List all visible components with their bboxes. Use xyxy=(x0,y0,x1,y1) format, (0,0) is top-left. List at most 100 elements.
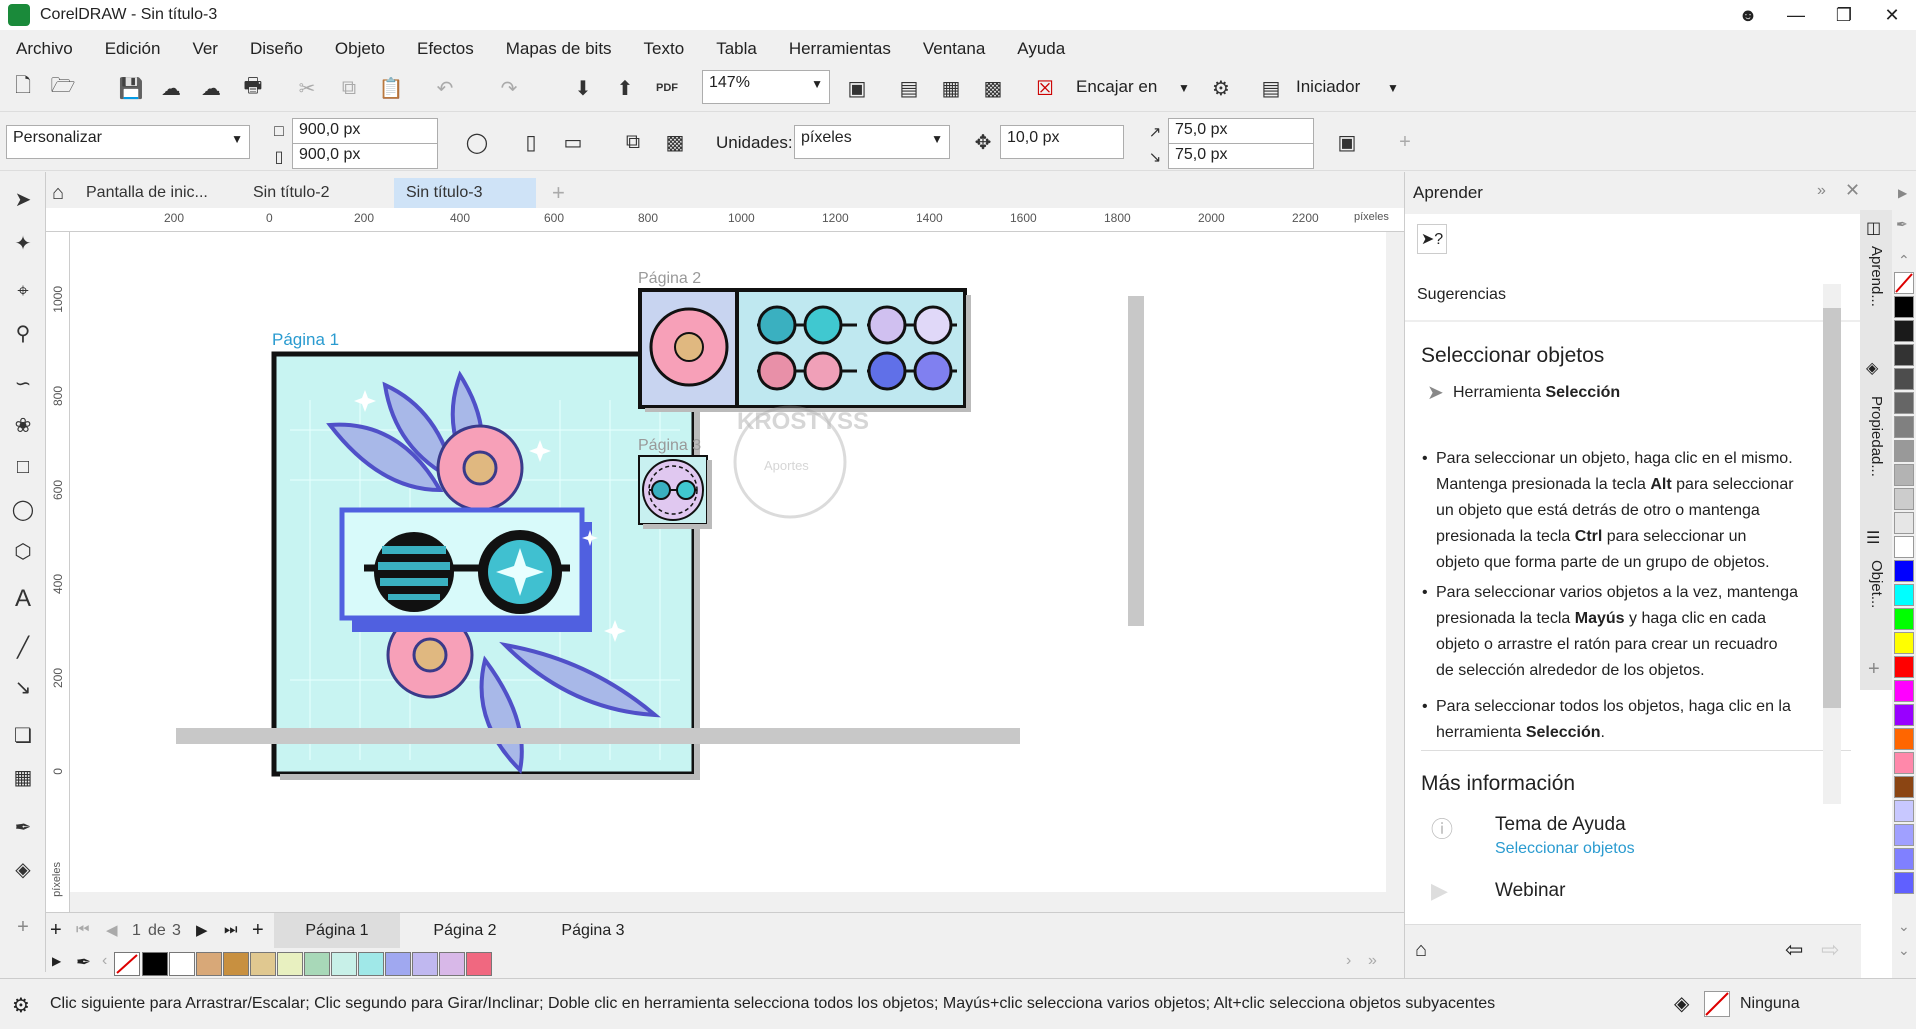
account-icon[interactable]: ☻ xyxy=(1724,0,1772,30)
expand-palette-icon[interactable]: » xyxy=(1368,952,1377,970)
connector-tool-icon[interactable]: ↘ xyxy=(8,672,38,702)
vertical-scrollbar[interactable] xyxy=(1128,296,1144,626)
learn-home-icon[interactable]: ⌂ xyxy=(1415,939,1427,962)
transparency-tool-icon[interactable]: ▦ xyxy=(8,762,38,792)
menu-ver[interactable]: Ver xyxy=(176,39,234,59)
palette-swatch[interactable] xyxy=(196,952,222,976)
color-swatch[interactable] xyxy=(1894,656,1914,678)
palette-options-icon[interactable]: ▶ xyxy=(1898,186,1907,200)
nudge-distance-input[interactable]: 10,0 px xyxy=(1000,125,1124,159)
close-button[interactable]: ✕ xyxy=(1868,0,1916,30)
page-tab-2[interactable]: Página 2 xyxy=(402,913,528,949)
side-tab-learn[interactable]: Aprend... xyxy=(1868,246,1885,307)
color-eyedropper-icon[interactable]: ✒ xyxy=(8,812,38,842)
color-swatch[interactable] xyxy=(1894,680,1914,702)
show-grid-icon[interactable]: ▦ xyxy=(936,73,966,103)
open-folder-icon[interactable]: 🗁 xyxy=(48,73,78,103)
new-document-icon[interactable]: 🗋 xyxy=(8,73,38,103)
color-swatch[interactable] xyxy=(1894,872,1914,894)
text-tool-icon[interactable]: A xyxy=(8,584,38,614)
options-gear-icon[interactable]: ⚙ xyxy=(1206,73,1236,103)
palette-swatch[interactable] xyxy=(439,952,465,976)
eyedropper-icon[interactable]: ✒ xyxy=(76,952,91,973)
color-swatch[interactable] xyxy=(1894,488,1914,510)
menu-diseno[interactable]: Diseño xyxy=(234,39,319,59)
snap-to-dropdown[interactable]: Encajar en ▼ xyxy=(1076,77,1190,97)
palette-swatch[interactable] xyxy=(223,952,249,976)
home-icon[interactable]: ⌂ xyxy=(46,178,70,208)
palette-swatch[interactable] xyxy=(466,952,492,976)
rectangle-tool-icon[interactable]: □ xyxy=(8,452,38,482)
palette-swatch[interactable] xyxy=(304,952,330,976)
color-swatch[interactable] xyxy=(1894,632,1914,654)
drawing-canvas[interactable]: Página 1 Página 2 KROSTYSS Aportes Págin… xyxy=(70,232,1386,892)
import-icon[interactable]: ⬇ xyxy=(568,73,598,103)
units-dropdown[interactable]: píxeles ▼ xyxy=(794,125,950,159)
color-swatch[interactable] xyxy=(1894,536,1914,558)
snap-off-icon[interactable]: ☒ xyxy=(1030,73,1060,103)
all-pages-icon[interactable]: ⧉ xyxy=(618,127,648,157)
tab-sin-titulo-3[interactable]: Sin título-3 xyxy=(394,178,536,208)
page-width-input[interactable]: 900,0 px xyxy=(292,118,438,144)
redo-icon[interactable]: ↷ xyxy=(494,73,524,103)
maximize-button[interactable]: ❐ xyxy=(1820,0,1868,30)
color-swatch[interactable] xyxy=(1894,440,1914,462)
drop-shadow-icon[interactable]: ❏ xyxy=(8,720,38,750)
collapse-docker-icon[interactable]: » xyxy=(1817,182,1826,200)
expand-palette-icon[interactable]: ⌄ xyxy=(1898,942,1910,959)
copy-icon[interactable]: ⧉ xyxy=(334,73,364,103)
color-swatch[interactable] xyxy=(1894,416,1914,438)
color-swatch[interactable] xyxy=(1894,320,1914,342)
launcher-dropdown[interactable]: Iniciador ▼ xyxy=(1296,77,1399,97)
show-rulers-icon[interactable]: ▤ xyxy=(894,73,924,103)
menu-objeto[interactable]: Objeto xyxy=(319,39,401,59)
next-page-icon[interactable]: ▶ xyxy=(196,921,208,939)
side-tab-properties[interactable]: Propiedad... xyxy=(1868,396,1885,477)
fill-indicator-icon[interactable]: ◈ xyxy=(1674,991,1689,1016)
menu-texto[interactable]: Texto xyxy=(628,39,701,59)
polygon-tool-icon[interactable]: ⬡ xyxy=(8,536,38,566)
panel-scroll-track[interactable] xyxy=(1823,284,1841,804)
add-tool-icon[interactable]: + xyxy=(8,912,38,942)
artistic-media-icon[interactable]: ❀ xyxy=(8,410,38,440)
export-icon[interactable]: ⬆ xyxy=(610,73,640,103)
current-page-icon[interactable]: ▩ xyxy=(660,127,690,157)
show-guidelines-icon[interactable]: ▩ xyxy=(978,73,1008,103)
palette-swatch[interactable] xyxy=(358,952,384,976)
learn-tab-icon[interactable]: ◫ xyxy=(1866,218,1881,238)
menu-mapas-de-bits[interactable]: Mapas de bits xyxy=(490,39,628,59)
palette-swatch[interactable] xyxy=(331,952,357,976)
previous-page-icon[interactable]: ◀ xyxy=(106,921,118,939)
save-icon[interactable]: 💾 xyxy=(116,73,146,103)
duplicate-y-input[interactable]: 75,0 px xyxy=(1168,143,1314,169)
page-preset-dropdown[interactable]: Personalizar ▼ xyxy=(6,125,250,159)
cloud-upload-icon[interactable]: ☁ xyxy=(196,73,226,103)
menu-tabla[interactable]: Tabla xyxy=(700,39,773,59)
shape-tool-icon[interactable]: ✦ xyxy=(8,228,38,258)
palette-swatch[interactable] xyxy=(250,952,276,976)
fill-color-swatch[interactable] xyxy=(1704,991,1730,1017)
color-swatch[interactable] xyxy=(1894,512,1914,534)
color-swatch[interactable] xyxy=(1894,560,1914,582)
palette-swatch[interactable] xyxy=(385,952,411,976)
objects-tab-icon[interactable]: ☰ xyxy=(1866,528,1880,548)
page-height-input[interactable]: 900,0 px xyxy=(292,143,438,169)
color-swatch[interactable] xyxy=(1894,464,1914,486)
publish-pdf-icon[interactable]: PDF xyxy=(652,73,682,103)
landscape-icon[interactable]: ▭ xyxy=(558,127,588,157)
full-screen-icon[interactable]: ▣ xyxy=(842,73,872,103)
add-tab-icon[interactable]: + xyxy=(540,178,577,208)
color-swatch[interactable] xyxy=(1894,584,1914,606)
back-arrow-icon[interactable]: ⇦ xyxy=(1785,937,1803,963)
palette-swatch[interactable] xyxy=(412,952,438,976)
menu-edicion[interactable]: Edición xyxy=(89,39,177,59)
freehand-tool-icon[interactable]: ∽ xyxy=(8,368,38,398)
page-1-artwork[interactable] xyxy=(270,350,700,780)
no-fill-swatch[interactable] xyxy=(114,952,140,976)
tab-sin-titulo-2[interactable]: Sin título-2 xyxy=(241,178,341,208)
ellipse-tool-icon[interactable]: ◯ xyxy=(8,494,38,524)
interactive-fill-icon[interactable]: ◈ xyxy=(8,854,38,884)
hints-icon[interactable]: ➤? xyxy=(1417,224,1447,254)
parallel-dimension-icon[interactable]: ╱ xyxy=(8,632,38,662)
add-page-before-icon[interactable]: + xyxy=(50,919,62,942)
